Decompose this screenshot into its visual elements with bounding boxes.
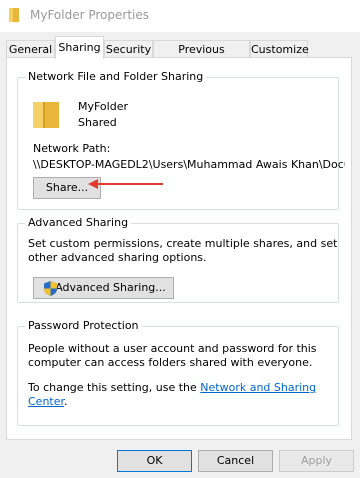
change-setting-text: To change this setting, use the Network … (28, 381, 340, 409)
change-setting-suffix: . (64, 395, 68, 408)
advanced-sharing-button-label: Advanced Sharing... (55, 281, 166, 294)
annotation-arrow-icon (88, 179, 163, 189)
sharing-panel: Network File and Folder Sharing MyFolder… (6, 57, 352, 440)
cancel-button[interactable]: Cancel (198, 450, 273, 472)
group-title: Password Protection (25, 319, 142, 332)
network-path-value: \\DESKTOP-MAGEDL2\Users\Muhammad Awais K… (33, 158, 345, 171)
apply-button[interactable]: Apply (279, 450, 354, 472)
tab-customize[interactable]: Customize (250, 40, 309, 58)
uac-shield-icon (44, 281, 57, 296)
network-sharing-group: Network File and Folder Sharing MyFolder… (17, 70, 345, 210)
advanced-sharing-description: Set custom permissions, create multiple … (28, 237, 338, 264)
tab-sharing[interactable]: Sharing (55, 36, 104, 59)
group-title: Advanced Sharing (25, 216, 132, 229)
folder-icon (9, 8, 19, 22)
group-title: Network File and Folder Sharing (25, 70, 207, 83)
tab-general[interactable]: General (6, 40, 55, 58)
folder-name: MyFolder (78, 100, 128, 113)
tab-bar: General Sharing Security Previous Versio… (0, 36, 360, 73)
change-setting-prefix: To change this setting, use the (28, 381, 201, 394)
network-path-label: Network Path: (33, 142, 111, 155)
advanced-sharing-group: Advanced Sharing Set custom permissions,… (17, 216, 339, 303)
password-protection-group: Password Protection People without a use… (17, 319, 340, 426)
share-status: Shared (78, 116, 117, 129)
advanced-sharing-button[interactable]: Advanced Sharing... (33, 277, 174, 299)
tab-security[interactable]: Security (104, 40, 153, 58)
folder-icon (33, 102, 59, 128)
window-title: MyFolder Properties (30, 8, 149, 22)
ok-button[interactable]: OK (117, 450, 192, 472)
title-bar: MyFolder Properties (0, 0, 360, 32)
password-protection-description: People without a user account and passwo… (28, 342, 317, 369)
tab-previous-versions[interactable]: Previous Versions (153, 40, 250, 73)
